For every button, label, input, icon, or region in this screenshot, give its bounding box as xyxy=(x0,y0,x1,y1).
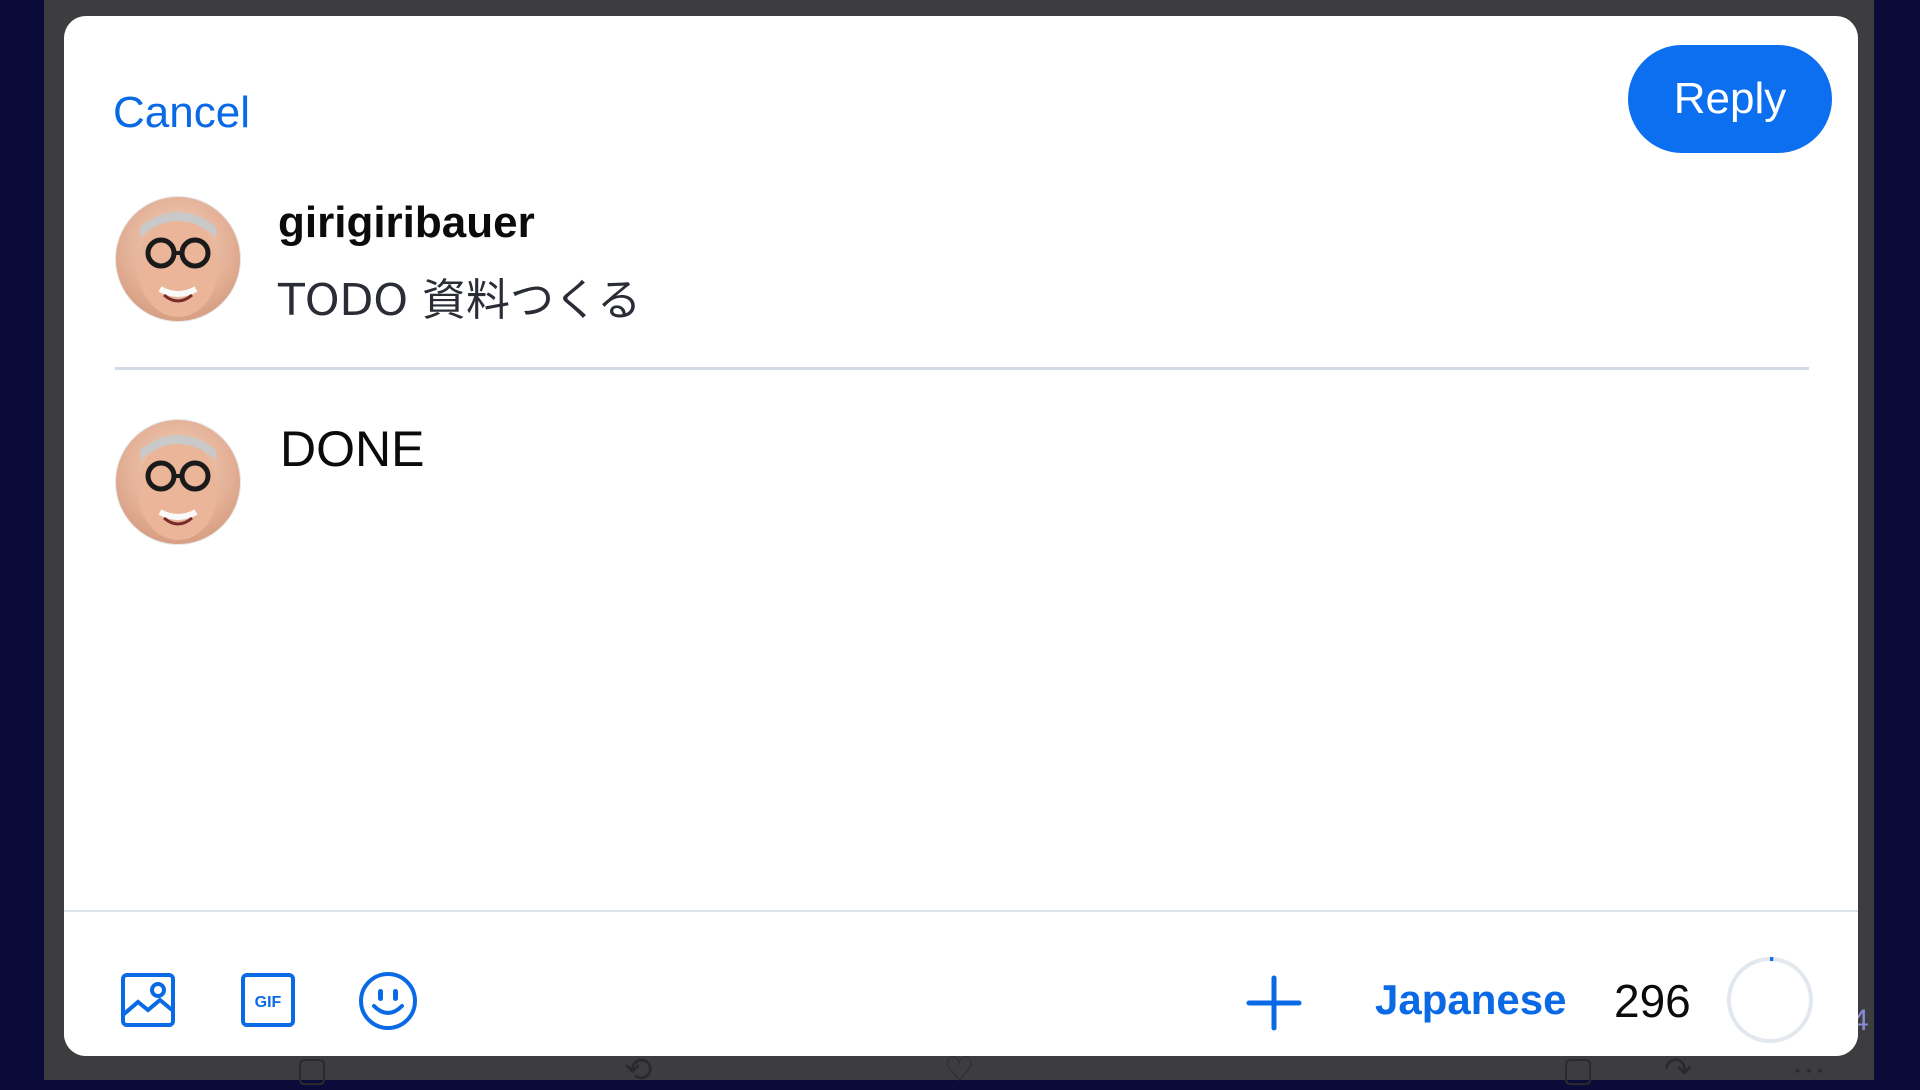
composer-toolbar: GIF Japanese 296 xyxy=(64,910,1858,1056)
avatar-illustration xyxy=(138,435,218,540)
parent-post-author[interactable]: girigiribauer xyxy=(278,198,535,248)
reply-composer-modal: Cancel Reply girigiribauer TODO 資料つくる DO… xyxy=(64,16,1858,1056)
reply-text-input[interactable]: DONE xyxy=(280,420,1480,478)
background-share-icon: ↷ xyxy=(1664,1051,1693,1089)
gif-icon[interactable]: GIF xyxy=(240,972,296,1028)
background-bookmark-icon: ▢ xyxy=(1562,1051,1595,1089)
image-icon[interactable] xyxy=(120,972,176,1028)
character-limit-progress xyxy=(1727,957,1813,1043)
avatar-illustration xyxy=(138,212,218,317)
reply-button[interactable]: Reply xyxy=(1628,45,1832,153)
background-like-icon: ♡ xyxy=(944,1051,975,1089)
divider xyxy=(115,367,1809,370)
language-selector[interactable]: Japanese xyxy=(1375,976,1566,1024)
emoji-icon[interactable] xyxy=(357,970,419,1032)
plus-icon[interactable] xyxy=(1245,974,1303,1032)
parent-post-text: TODO 資料つくる xyxy=(278,275,642,326)
parent-post-avatar[interactable] xyxy=(115,196,241,322)
composer-avatar xyxy=(115,419,241,545)
cancel-button[interactable]: Cancel xyxy=(113,88,250,138)
remaining-character-count: 296 xyxy=(1614,975,1691,1027)
background-repost-icon: ⟲ xyxy=(624,1051,653,1089)
background-reply-icon: ▢ xyxy=(296,1051,329,1089)
gif-icon-label: GIF xyxy=(255,994,282,1011)
